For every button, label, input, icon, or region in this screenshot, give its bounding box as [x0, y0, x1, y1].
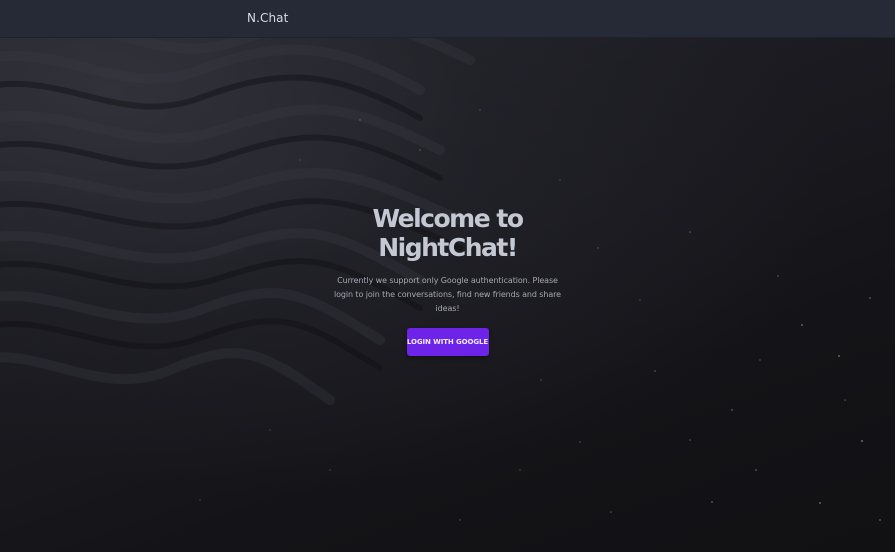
brand-logo-text[interactable]: N.Chat — [247, 11, 288, 25]
welcome-title-line2: NightChat! — [378, 233, 518, 262]
welcome-title-line1: Welcome to — [372, 204, 524, 233]
page: N.Chat Welcome to NightChat! Currently w… — [0, 0, 895, 552]
welcome-section: Welcome to NightChat! Currently we suppo… — [0, 204, 895, 356]
welcome-description: Currently we support only Google authent… — [334, 276, 561, 313]
top-navbar: N.Chat — [0, 0, 895, 38]
login-with-google-button[interactable]: LOGIN WITH GOOGLE — [406, 328, 489, 356]
welcome-title: Welcome to NightChat! — [323, 204, 573, 262]
